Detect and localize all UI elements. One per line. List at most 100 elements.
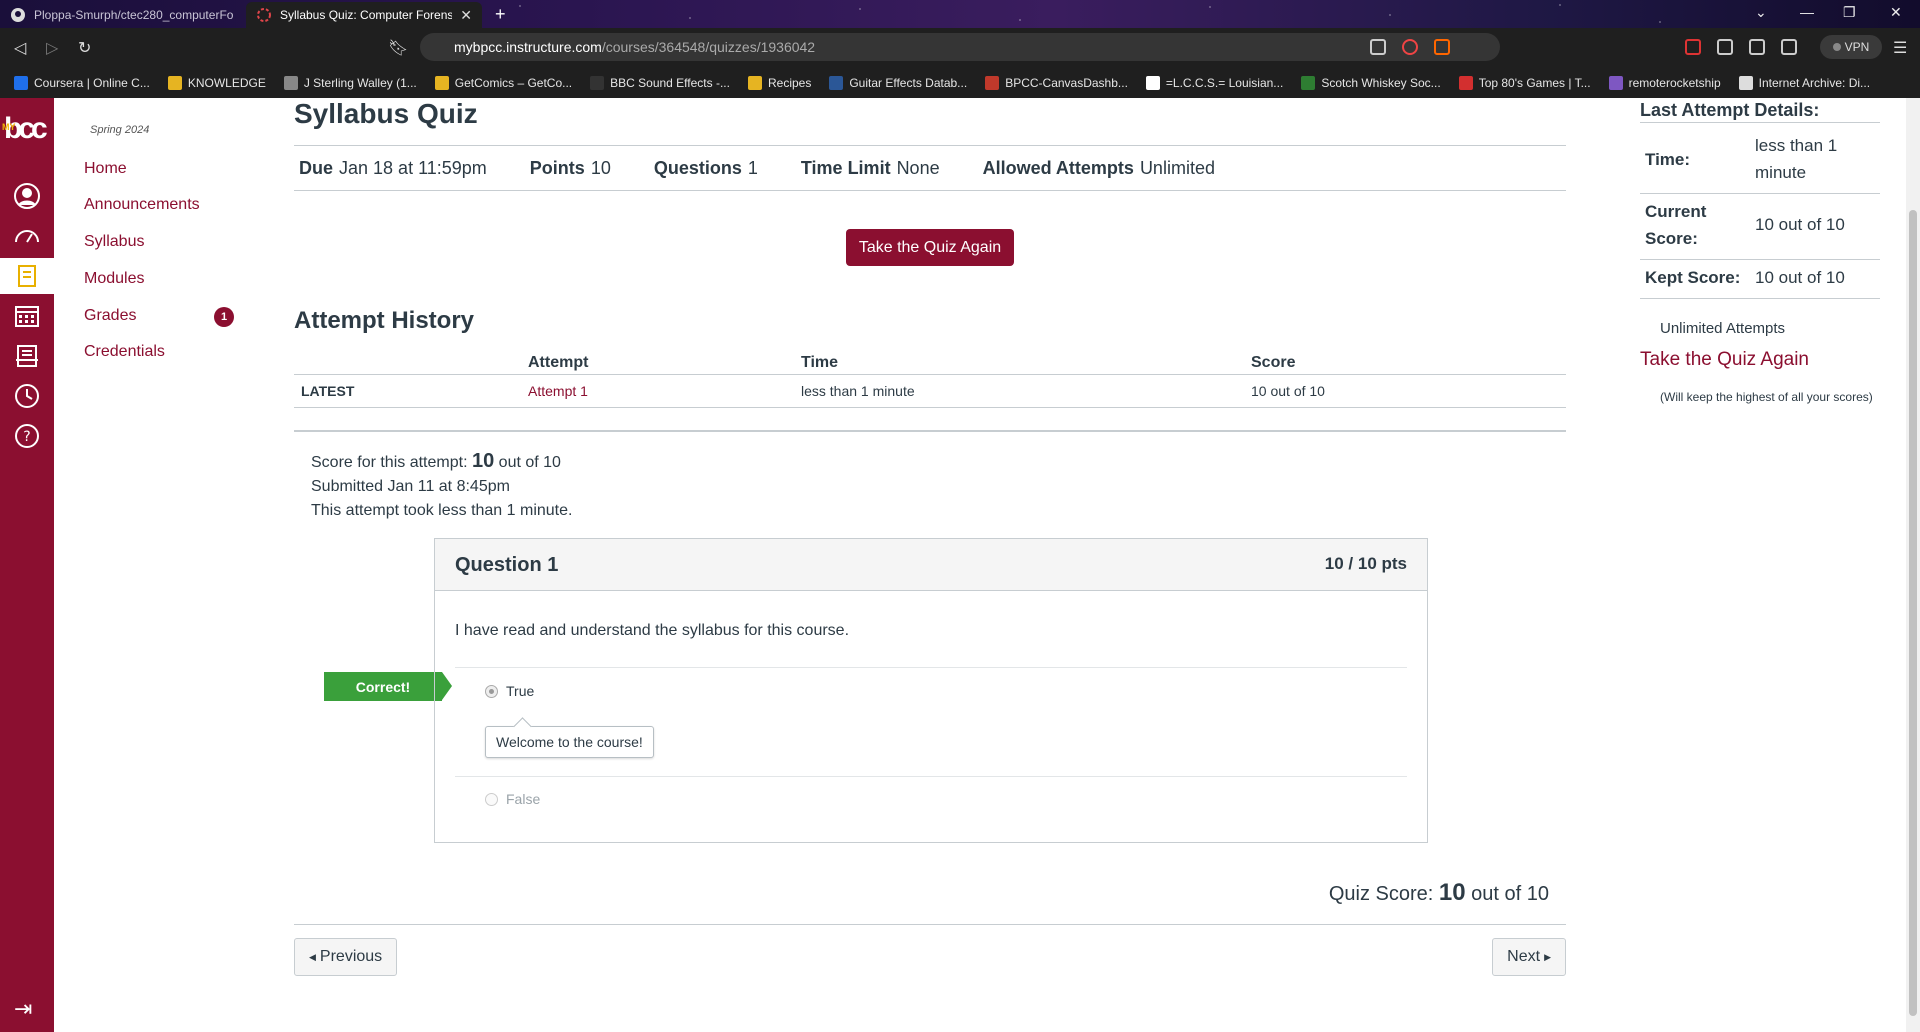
answer-divider bbox=[455, 667, 1407, 668]
bookmark-item[interactable]: GetComics – GetCo... bbox=[434, 76, 573, 90]
github-icon bbox=[10, 7, 26, 23]
bookmark-item[interactable]: BPCC-CanvasDashb... bbox=[985, 76, 1128, 90]
bookmark-label: Internet Archive: Di... bbox=[1758, 76, 1871, 90]
vpn-button[interactable]: VPN bbox=[1820, 35, 1882, 59]
canvas-favicon-icon bbox=[256, 7, 272, 23]
course-nav-syllabus[interactable]: Syllabus bbox=[84, 233, 144, 251]
bookmark-label: Top 80's Games | T... bbox=[1478, 76, 1591, 90]
bookmark-label: remoterocketship bbox=[1628, 76, 1721, 90]
time-label: Time: bbox=[1645, 150, 1691, 169]
answer-divider bbox=[455, 776, 1407, 777]
kept-score-value: 10 out of 10 bbox=[1755, 268, 1845, 287]
bookmark-label: Recipes bbox=[767, 76, 812, 90]
bookmark-item[interactable]: Top 80's Games | T... bbox=[1458, 76, 1591, 90]
bookmark-favicon-icon bbox=[1738, 76, 1753, 90]
account-icon[interactable] bbox=[0, 178, 54, 214]
course-nav-credentials[interactable]: Credentials bbox=[84, 343, 165, 361]
wallet-icon[interactable] bbox=[1781, 39, 1797, 55]
grades-badge: 1 bbox=[214, 307, 234, 327]
bookmark-label: GetComics – GetCo... bbox=[454, 76, 573, 90]
extensions-puzzle-icon[interactable] bbox=[1717, 39, 1733, 55]
mybpcc-logo[interactable]: MY bcc bbox=[2, 114, 50, 154]
divider bbox=[1640, 193, 1880, 194]
brave-rewards-icon[interactable] bbox=[1434, 39, 1450, 55]
caret-left-icon: ◀ bbox=[309, 951, 316, 962]
course-nav-grades[interactable]: Grades bbox=[84, 307, 136, 325]
tab-syllabus-quiz[interactable]: Syllabus Quiz: Computer Forensic ✕ bbox=[246, 2, 482, 28]
collapse-nav-icon[interactable]: ⇥ bbox=[14, 996, 32, 1022]
divider bbox=[294, 924, 1566, 925]
courses-icon[interactable] bbox=[0, 258, 54, 294]
scrollbar-thumb[interactable] bbox=[1909, 210, 1917, 1016]
history-icon[interactable] bbox=[0, 378, 54, 414]
bookmark-item[interactable]: Internet Archive: Di... bbox=[1738, 76, 1871, 90]
answer-false: False bbox=[485, 791, 540, 807]
attempt-1-link[interactable]: Attempt 1 bbox=[528, 383, 588, 399]
url-path: /courses/364548/quizzes/1936042 bbox=[601, 39, 816, 55]
forward-icon[interactable]: ▷ bbox=[46, 38, 58, 58]
close-window-icon[interactable]: ✕ bbox=[1890, 4, 1902, 21]
calendar-icon[interactable] bbox=[0, 298, 54, 334]
current-score-label: Current Score: bbox=[1645, 202, 1707, 248]
course-nav-announcements[interactable]: Announcements bbox=[84, 196, 200, 214]
divider bbox=[1640, 298, 1880, 299]
answer-true: True bbox=[485, 683, 534, 699]
bookmark-item[interactable]: =L.C.C.S.= Louisian... bbox=[1145, 76, 1283, 90]
spec-allowed-attempts: Allowed Attempts Unlimited bbox=[982, 157, 1215, 178]
course-nav-modules[interactable]: Modules bbox=[84, 270, 144, 288]
bookmark-item[interactable]: Recipes bbox=[747, 76, 812, 90]
column-header-time: Time bbox=[801, 354, 839, 371]
tab-github[interactable]: Ploppa-Smurph/ctec280_computerFor bbox=[0, 2, 244, 28]
bookmark-favicon-icon bbox=[747, 76, 762, 90]
previous-button[interactable]: ◀ Previous bbox=[294, 938, 398, 976]
page-scrollbar[interactable] bbox=[1906, 98, 1920, 1032]
take-quiz-again-button[interactable]: Take the Quiz Again bbox=[846, 229, 1014, 266]
course-nav-home[interactable]: Home bbox=[84, 160, 127, 178]
next-button[interactable]: Next ▶ bbox=[1492, 938, 1566, 976]
bookmark-item[interactable]: J Sterling Walley (1... bbox=[283, 76, 417, 90]
column-header-attempt: Attempt bbox=[528, 354, 589, 371]
page-title: Syllabus Quiz bbox=[294, 98, 478, 129]
back-icon[interactable]: ◁ bbox=[14, 38, 26, 58]
reload-icon[interactable]: ↻ bbox=[78, 38, 91, 58]
vpn-status-icon bbox=[1832, 43, 1841, 51]
minimize-icon[interactable]: — bbox=[1800, 4, 1814, 20]
bookmark-favicon-icon bbox=[590, 76, 605, 90]
bookmark-item[interactable]: BBC Sound Effects -... bbox=[590, 76, 730, 90]
divider bbox=[1640, 122, 1880, 123]
chevron-down-icon[interactable]: ⌄ bbox=[1755, 4, 1767, 21]
extension-icon[interactable] bbox=[1685, 39, 1701, 55]
close-tab-icon[interactable]: ✕ bbox=[460, 7, 472, 24]
inbox-icon[interactable] bbox=[0, 338, 54, 374]
spec-time-limit: Time Limit None bbox=[800, 157, 940, 178]
caret-right-icon: ▶ bbox=[1544, 951, 1551, 962]
bookmark-item[interactable]: remoterocketship bbox=[1608, 76, 1721, 90]
table-header: Attempt Time Score bbox=[294, 348, 1566, 375]
bookmark-item[interactable]: Coursera | Online C... bbox=[14, 76, 150, 90]
sidebar-icon[interactable] bbox=[1749, 39, 1765, 55]
bookmark-item[interactable]: Scotch Whiskey Soc... bbox=[1301, 76, 1441, 90]
help-icon[interactable]: ? bbox=[0, 418, 54, 454]
restore-icon[interactable]: ❐ bbox=[1843, 4, 1856, 21]
attempt-history-heading: Attempt History bbox=[294, 307, 475, 334]
bookmark-item[interactable]: Guitar Effects Datab... bbox=[829, 76, 967, 90]
tab-search-icon[interactable] bbox=[1370, 39, 1386, 55]
bookmark-item[interactable]: KNOWLEDGE bbox=[167, 76, 266, 90]
bookmark-favicon-icon bbox=[1145, 76, 1160, 90]
bookmark-icon[interactable]: 🔖︎ bbox=[388, 38, 408, 58]
attempt-history-table: Attempt Time Score LATEST Attempt 1 less… bbox=[294, 348, 1566, 408]
address-bar[interactable]: mybpcc.instructure.com/courses/364548/qu… bbox=[420, 33, 1500, 61]
divider bbox=[294, 430, 1566, 432]
dashboard-icon[interactable] bbox=[0, 218, 54, 254]
last-attempt-heading: Last Attempt Details: bbox=[1640, 100, 1820, 120]
url-host: mybpcc.instructure.com bbox=[454, 39, 602, 55]
plus-icon[interactable]: + bbox=[495, 4, 506, 25]
brave-shields-icon[interactable] bbox=[1402, 39, 1418, 55]
global-nav: MY bcc ? ⇥ bbox=[0, 98, 54, 1032]
term-label: Spring 2024 bbox=[90, 124, 150, 136]
take-quiz-again-link[interactable]: Take the Quiz Again bbox=[1640, 349, 1809, 371]
bookmark-favicon-icon bbox=[829, 76, 844, 90]
menu-icon[interactable]: ☰ bbox=[1893, 38, 1907, 58]
table-row: LATEST Attempt 1 less than 1 minute 10 o… bbox=[294, 375, 1566, 408]
tab-title: Syllabus Quiz: Computer Forensic bbox=[280, 8, 453, 22]
